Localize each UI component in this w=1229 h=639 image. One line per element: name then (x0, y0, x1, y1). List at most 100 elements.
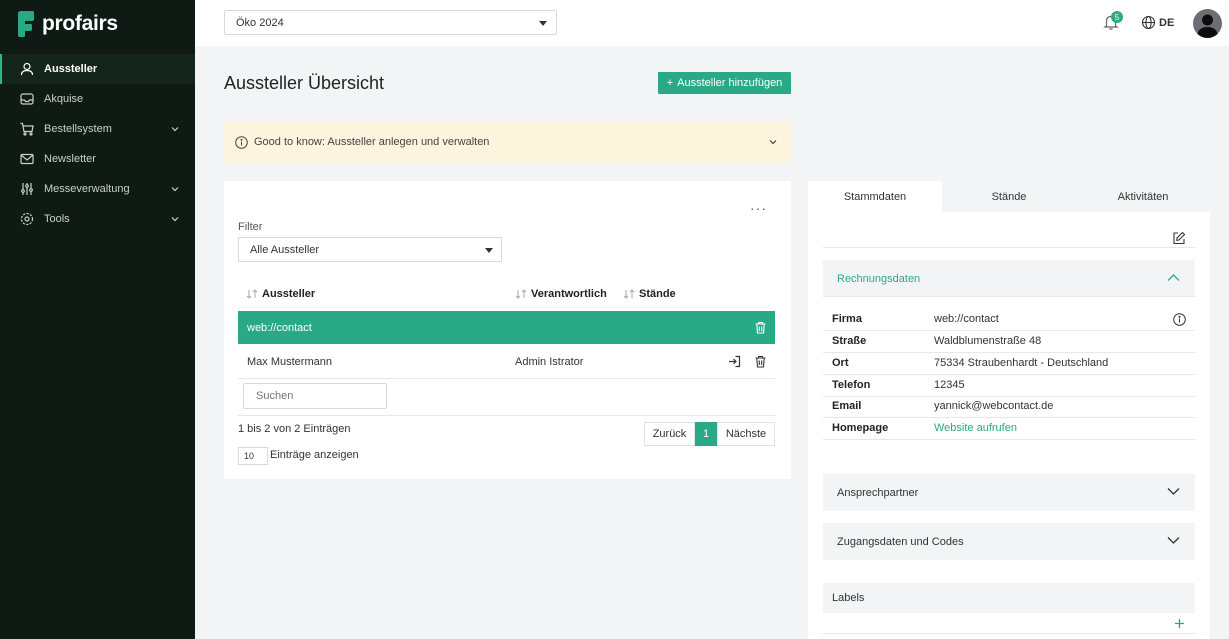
sidebar-item-aussteller[interactable]: Aussteller (0, 54, 195, 84)
filter-select-value: Alle Aussteller (250, 243, 320, 256)
chevron-down-icon[interactable] (768, 137, 778, 147)
logo-icon (18, 11, 34, 37)
user-icon (20, 62, 34, 76)
section-title: Rechnungsdaten (837, 272, 921, 285)
sidebar-nav: Aussteller Akquise Bestellsystem Newslet… (0, 54, 195, 234)
logo[interactable]: profairs (16, 10, 118, 38)
labels-title: Labels (832, 592, 865, 604)
field-strasse: Straße Waldblumenstraße 48 (823, 331, 1195, 353)
per-page-label: Einträge anzeigen (270, 449, 359, 461)
sidebar-item-label: Newsletter (44, 153, 96, 165)
section-ansprechpartner[interactable]: Ansprechpartner (823, 474, 1195, 511)
field-key: Straße (832, 335, 867, 347)
caret-down-icon (539, 21, 547, 26)
field-firma: Firma web://contact (823, 309, 1195, 331)
section-title: Ansprechpartner (837, 486, 919, 499)
search-input[interactable] (243, 383, 387, 409)
field-key: Firma (832, 313, 862, 325)
cell-aussteller: Max Mustermann (247, 355, 332, 368)
sidebar-item-messeverwaltung[interactable]: Messeverwaltung (0, 174, 195, 204)
tab-staende[interactable]: Stände (942, 181, 1076, 212)
chevron-down-icon (171, 127, 179, 132)
sidebar-item-label: Aussteller (44, 63, 98, 75)
caret-down-icon (485, 248, 493, 253)
section-title: Zugangsdaten und Codes (837, 535, 964, 548)
column-header-staende[interactable]: Stände (623, 288, 676, 300)
sidebar-item-label: Tools (44, 213, 70, 225)
field-value: 75334 Straubenhardt - Deutschland (934, 357, 1109, 369)
info-icon (235, 135, 248, 149)
login-icon[interactable] (728, 355, 741, 368)
info-banner: Good to know: Aussteller anlegen und ver… (224, 122, 791, 162)
event-select-value: Öko 2024 (236, 16, 284, 29)
detail-panel: Rechnungsdaten Firma web://contact Straß… (808, 212, 1210, 639)
column-header-label: Stände (639, 288, 676, 300)
field-value: Waldblumenstraße 48 (934, 335, 1042, 347)
table-row[interactable]: web://contact (238, 311, 775, 344)
add-exhibitor-button[interactable]: + Aussteller hinzufügen (658, 72, 791, 94)
field-ort: Ort 75334 Straubenhardt - Deutschland (823, 353, 1195, 375)
sidebar: profairs Aussteller Akquise Bestellsyste… (0, 0, 195, 639)
section-zugangsdaten[interactable]: Zugangsdaten und Codes (823, 523, 1195, 560)
chevron-down-icon (171, 217, 179, 222)
labels-header: Labels (823, 583, 1195, 613)
field-homepage: Homepage Website aufrufen (823, 418, 1195, 440)
detail-tabs: Stammdaten Stände Aktivitäten (808, 181, 1210, 212)
event-select[interactable]: Öko 2024 (224, 10, 557, 35)
table-row[interactable]: Max Mustermann Admin Istrator (238, 345, 775, 378)
trash-icon[interactable] (754, 321, 767, 334)
grid-icon (20, 182, 34, 196)
mail-icon (20, 152, 34, 166)
field-key: Email (832, 400, 862, 412)
field-value: web://contact (934, 313, 999, 325)
sort-icon (515, 289, 527, 299)
pagination-next[interactable]: Nächste (717, 422, 775, 446)
homepage-link[interactable]: Website aufrufen (934, 422, 1017, 434)
sort-icon (623, 289, 635, 299)
sidebar-item-label: Messeverwaltung (44, 183, 130, 195)
per-page-input[interactable]: 10 (238, 447, 268, 465)
field-value: 12345 (934, 379, 965, 391)
sidebar-item-tools[interactable]: Tools (0, 204, 195, 234)
avatar[interactable] (1193, 9, 1222, 38)
add-label-icon[interactable] (1174, 618, 1185, 629)
plus-icon: + (666, 77, 674, 89)
info-icon[interactable] (1173, 313, 1186, 326)
filter-select[interactable]: Alle Aussteller (238, 237, 502, 262)
notification-badge: 5 (1111, 11, 1123, 23)
chevron-down-icon (1167, 537, 1180, 544)
chevron-down-icon (171, 187, 179, 192)
topbar: Öko 2024 5 DE (195, 0, 1229, 46)
cell-verantwortlich: Admin Istrator (515, 355, 584, 368)
column-header-label: Aussteller (262, 288, 316, 300)
column-header-aussteller[interactable]: Aussteller (246, 288, 315, 300)
sidebar-item-label: Bestellsystem (44, 123, 112, 135)
field-email: Email yannick@webcontact.de (823, 396, 1195, 418)
field-telefon: Telefon 12345 (823, 375, 1195, 397)
inbox-icon (20, 92, 34, 106)
pagination-page-1[interactable]: 1 (695, 422, 717, 446)
field-key: Ort (832, 357, 849, 369)
tab-stammdaten[interactable]: Stammdaten (808, 181, 942, 212)
pagination-prev[interactable]: Zurück (644, 422, 695, 446)
trash-icon[interactable] (754, 355, 767, 368)
divider (238, 415, 775, 416)
field-value: yannick@webcontact.de (934, 400, 1054, 412)
edit-icon[interactable] (1172, 231, 1186, 245)
language-switcher[interactable]: DE (1141, 15, 1174, 30)
tab-aktivitaeten[interactable]: Aktivitäten (1076, 181, 1210, 212)
cell-aussteller: web://contact (247, 321, 312, 334)
logo-text: profairs (42, 12, 118, 35)
divider (823, 247, 1195, 248)
more-options-icon[interactable]: ··· (750, 200, 767, 216)
sidebar-item-newsletter[interactable]: Newsletter (0, 144, 195, 174)
exhibitor-list-card: ··· Filter Alle Aussteller Aussteller Ve… (224, 181, 791, 479)
divider (823, 296, 1195, 297)
section-rechnungsdaten[interactable]: Rechnungsdaten (823, 260, 1195, 297)
sidebar-item-akquise[interactable]: Akquise (0, 84, 195, 114)
sort-icon (246, 289, 258, 299)
add-exhibitor-label: Aussteller hinzufügen (677, 77, 783, 89)
column-header-verantwortlich[interactable]: Verantwortlich (515, 288, 607, 300)
column-header-label: Verantwortlich (531, 288, 607, 300)
sidebar-item-bestellsystem[interactable]: Bestellsystem (0, 114, 195, 144)
